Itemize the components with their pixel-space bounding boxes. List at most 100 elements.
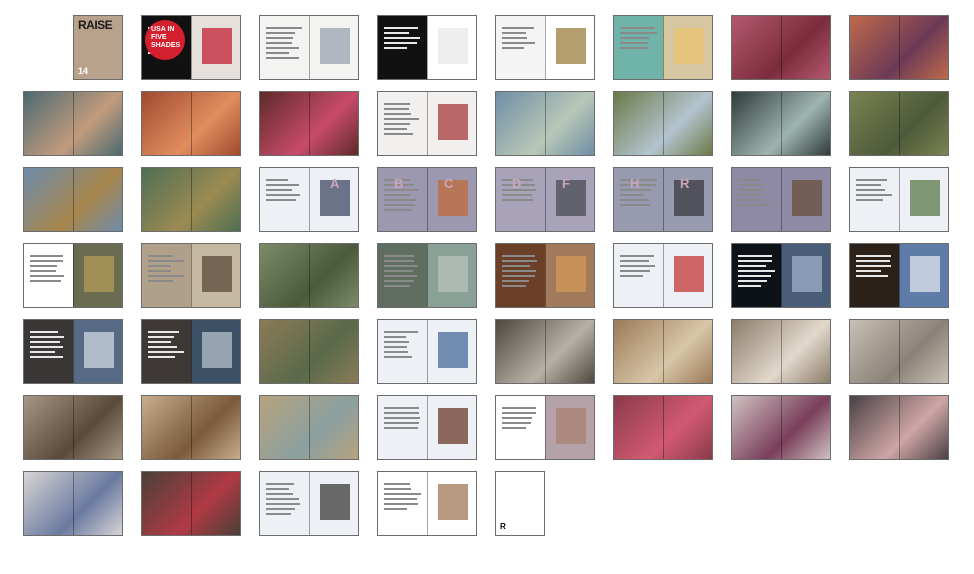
gutter <box>663 92 664 155</box>
page-thumbnail[interactable] <box>141 167 241 232</box>
badge-text: USA IN FIVE SHADES <box>145 20 185 50</box>
gutter <box>427 16 428 79</box>
page-thumbnail[interactable] <box>377 15 477 80</box>
text-lines <box>30 328 67 361</box>
page-thumbnail[interactable] <box>731 15 831 80</box>
page-thumbnail[interactable] <box>731 91 831 156</box>
left-page <box>378 92 427 155</box>
page-thumbnail[interactable] <box>377 243 477 308</box>
page-thumbnail[interactable]: HR <box>613 167 713 232</box>
left-page <box>614 244 663 307</box>
page-image <box>674 28 704 64</box>
page-thumbnail[interactable] <box>259 319 359 384</box>
page-thumbnail[interactable] <box>141 91 241 156</box>
page-thumbnail[interactable]: BC <box>377 167 477 232</box>
page-thumbnail[interactable] <box>259 395 359 460</box>
page-thumbnail[interactable]: A <box>259 167 359 232</box>
gutter <box>191 16 192 79</box>
page-thumbnail[interactable] <box>23 167 123 232</box>
section-letter: D <box>512 176 521 191</box>
gutter <box>663 244 664 307</box>
gutter <box>899 168 900 231</box>
text-lines <box>384 100 421 138</box>
gutter <box>899 92 900 155</box>
page-thumbnail[interactable]: R <box>495 471 545 536</box>
page-thumbnail[interactable] <box>23 319 123 384</box>
gutter <box>781 16 782 79</box>
gutter <box>309 16 310 79</box>
text-lines <box>620 24 657 52</box>
page-thumbnail[interactable] <box>259 15 359 80</box>
page-thumbnail[interactable] <box>731 167 831 232</box>
page-thumbnail[interactable]: DF <box>495 167 595 232</box>
page-thumbnail[interactable] <box>377 471 477 536</box>
page-thumbnail[interactable] <box>23 395 123 460</box>
gutter <box>73 396 74 459</box>
page-thumbnail[interactable] <box>849 15 949 80</box>
page-thumbnail[interactable] <box>731 319 831 384</box>
left-page <box>378 320 427 383</box>
gutter <box>545 396 546 459</box>
page-thumbnail[interactable] <box>23 91 123 156</box>
text-lines <box>148 328 185 361</box>
text-lines <box>856 252 893 280</box>
left-page <box>614 16 663 79</box>
text-lines <box>384 24 421 52</box>
page-thumbnail[interactable] <box>377 91 477 156</box>
gutter <box>191 320 192 383</box>
page-thumbnail[interactable] <box>849 319 949 384</box>
page-thumbnail[interactable] <box>259 243 359 308</box>
section-letter: C <box>444 176 453 191</box>
gutter <box>545 168 546 231</box>
page-thumbnail[interactable] <box>141 471 241 536</box>
page-thumbnail[interactable] <box>495 319 595 384</box>
page-thumbnail[interactable] <box>613 243 713 308</box>
page-thumbnail[interactable] <box>495 395 595 460</box>
page-image <box>320 484 350 520</box>
page-thumbnail[interactable] <box>731 243 831 308</box>
page-thumbnail[interactable] <box>259 91 359 156</box>
gutter <box>73 320 74 383</box>
page-thumbnail[interactable] <box>849 395 949 460</box>
page-thumbnail[interactable] <box>495 243 595 308</box>
page-thumbnail[interactable] <box>495 15 595 80</box>
page-thumbnail[interactable] <box>849 243 949 308</box>
gutter <box>781 320 782 383</box>
gutter <box>309 472 310 535</box>
gutter <box>427 168 428 231</box>
text-lines <box>384 252 421 290</box>
page-thumbnail[interactable] <box>377 319 477 384</box>
gutter <box>899 244 900 307</box>
page-thumbnail[interactable] <box>141 319 241 384</box>
page-thumbnail[interactable] <box>495 91 595 156</box>
page-thumbnail[interactable] <box>613 319 713 384</box>
text-lines <box>384 480 421 513</box>
page-image <box>202 28 232 64</box>
page-thumbnail[interactable] <box>731 395 831 460</box>
page-thumbnail[interactable] <box>23 471 123 536</box>
gutter <box>663 168 664 231</box>
page-thumbnail[interactable] <box>613 91 713 156</box>
page-image <box>438 484 468 520</box>
page-thumbnail[interactable] <box>259 471 359 536</box>
gutter <box>781 396 782 459</box>
page-image <box>438 332 468 368</box>
gutter <box>309 168 310 231</box>
page-image <box>556 28 586 64</box>
gutter <box>191 92 192 155</box>
left-page <box>496 244 545 307</box>
page-thumbnail[interactable] <box>141 395 241 460</box>
page-thumbnail[interactable] <box>23 243 123 308</box>
left-page <box>24 320 73 383</box>
page-thumbnail[interactable] <box>613 15 713 80</box>
page-thumbnail[interactable] <box>141 243 241 308</box>
page-thumbnail[interactable]: RAISE 14 <box>73 15 123 80</box>
page-thumbnail[interactable] <box>377 395 477 460</box>
page-thumbnail[interactable] <box>613 395 713 460</box>
left-page <box>732 168 781 231</box>
page-thumbnail[interactable] <box>849 167 949 232</box>
page-image <box>674 256 704 292</box>
page-thumbnail[interactable] <box>849 91 949 156</box>
gutter <box>73 92 74 155</box>
page-thumbnail[interactable]: USA IN FIVE SHADES <box>141 15 241 80</box>
